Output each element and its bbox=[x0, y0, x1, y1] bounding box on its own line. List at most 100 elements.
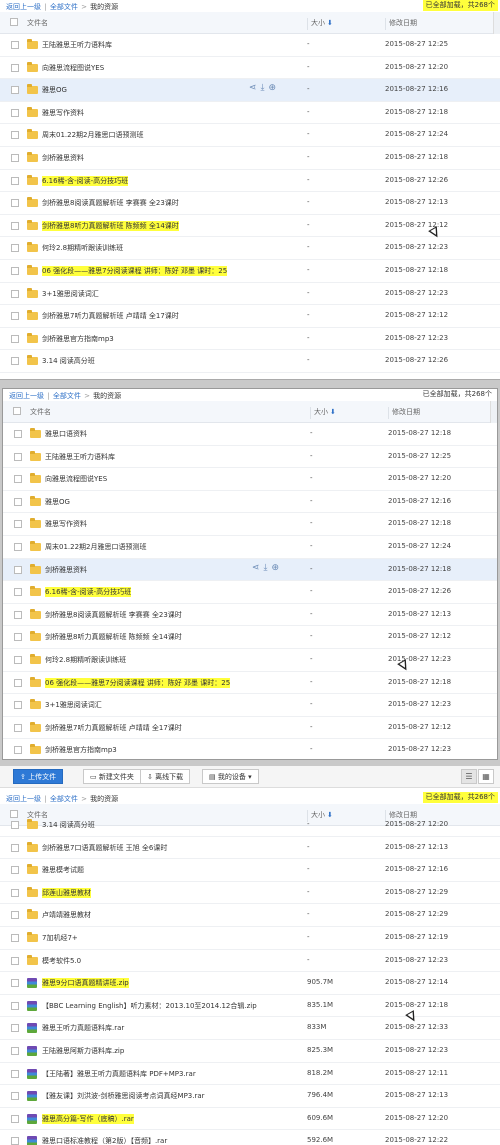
file-name-link[interactable]: 雅思口语资料 bbox=[45, 429, 87, 439]
row-checkbox[interactable] bbox=[11, 108, 19, 117]
scrollbar-cap[interactable] bbox=[493, 12, 500, 34]
file-name-link[interactable]: 雅思写作资料 bbox=[42, 108, 84, 118]
file-name-link[interactable]: 王陆雅思阿斯力语料库.zip bbox=[42, 1046, 124, 1056]
file-name-link[interactable]: 何玲2.8期精听跟读训练班 bbox=[42, 243, 123, 253]
table-row[interactable]: 周末01.22期2月雅思口语预测班 - 2015-08-27 12:24 bbox=[3, 536, 497, 559]
row-checkbox[interactable] bbox=[11, 176, 19, 185]
file-name-link[interactable]: 6.16稀-含-阅读-高分技巧班 bbox=[42, 175, 129, 186]
row-checkbox[interactable] bbox=[14, 678, 22, 687]
file-name-link[interactable]: 剑桥雅思官方指南mp3 bbox=[45, 745, 117, 755]
row-checkbox[interactable] bbox=[14, 452, 22, 461]
file-name-link[interactable]: 【王陆著】雅思王听力真题语料库 PDF+MP3.rar bbox=[42, 1069, 196, 1079]
all-files-link[interactable]: 全部文件 bbox=[50, 3, 78, 11]
row-checkbox[interactable] bbox=[11, 888, 19, 897]
row-checkbox[interactable] bbox=[14, 430, 22, 438]
file-name-link[interactable]: 雅思写作资料 bbox=[45, 519, 87, 529]
row-checkbox[interactable] bbox=[11, 357, 19, 366]
file-name-link[interactable]: 周末01.22期2月雅思口语预测班 bbox=[45, 542, 147, 552]
row-checkbox[interactable] bbox=[14, 588, 22, 597]
table-row[interactable]: 3.14 阅读高分班 - 2015-08-27 12:26 bbox=[0, 350, 500, 373]
file-name-link[interactable]: 【BBC Learning English】听力素材：2013.10至2014.… bbox=[42, 1001, 257, 1011]
row-checkbox[interactable] bbox=[11, 41, 19, 49]
table-row[interactable]: 雅思模考试题 - 2015-08-27 12:16 bbox=[0, 859, 500, 882]
row-checkbox[interactable] bbox=[11, 86, 19, 95]
table-row[interactable]: 剑桥雅思官方指南mp3 - 2015-08-27 12:23 bbox=[3, 739, 497, 759]
table-row[interactable]: 王陆雅思王听力语料库 - 2015-08-27 12:25 bbox=[3, 446, 497, 469]
row-checkbox[interactable] bbox=[11, 63, 19, 72]
table-row[interactable]: 剑桥雅思8阅读真题解析班 李赛赛 全23课时 - 2015-08-27 12:13 bbox=[0, 192, 500, 215]
grid-view-icon[interactable]: ▦ bbox=[478, 769, 494, 784]
table-row[interactable]: 向雅思流程图说YES - 2015-08-27 12:20 bbox=[3, 468, 497, 491]
row-checkbox[interactable] bbox=[14, 701, 22, 710]
row-checkbox[interactable] bbox=[14, 497, 22, 506]
row-checkbox[interactable] bbox=[11, 843, 19, 852]
file-name-link[interactable]: 雅思高分篇-写作（底稿）.rar bbox=[42, 1113, 134, 1124]
row-checkbox[interactable] bbox=[14, 723, 22, 732]
file-name-link[interactable]: 剑桥雅思7听力真题解析班 卢靖靖 全17课时 bbox=[45, 723, 182, 733]
table-row[interactable]: 雅思写作资料 - 2015-08-27 12:18 bbox=[3, 513, 497, 536]
file-name-link[interactable]: 6.16稀-含-阅读-高分技巧班 bbox=[45, 587, 132, 598]
my-device-button[interactable]: ▤ 我的设备 ▾ bbox=[202, 769, 259, 784]
table-row[interactable]: 【王陆著】雅思王听力真题语料库 PDF+MP3.rar 818.2M 2015-08… bbox=[0, 1063, 500, 1086]
column-header-size[interactable]: 大小 ⬇ bbox=[310, 407, 336, 419]
column-header-name[interactable]: 文件名 bbox=[30, 407, 51, 417]
table-row[interactable]: 3+1雅思阅读词汇 - 2015-08-27 12:23 bbox=[0, 283, 500, 306]
column-header-size[interactable]: 大小 ⬇ bbox=[307, 18, 333, 30]
table-row[interactable]: 剑桥雅思8听力真题解析班 陈频频 全14课时 - 2015-08-27 12:12 bbox=[3, 626, 497, 649]
file-name-link[interactable]: 剑桥雅思8阅读真题解析班 李赛赛 全23课时 bbox=[45, 610, 182, 620]
file-name-link[interactable]: 3.14 阅读高分班 bbox=[42, 356, 95, 366]
file-name-link[interactable]: 雅思9分口语真题精讲班.zip bbox=[42, 978, 129, 989]
column-header-name[interactable]: 文件名 bbox=[27, 18, 48, 28]
table-row[interactable]: 剑桥雅思7口语真题解析班 王旭 全6课时 - 2015-08-27 12:13 bbox=[0, 837, 500, 860]
table-row[interactable]: 雅思9分口语真题精讲班.zip 905.7M 2015-08-27 12:14 bbox=[0, 972, 500, 995]
row-checkbox[interactable] bbox=[11, 334, 19, 343]
column-header-date[interactable]: 修改日期 bbox=[388, 407, 420, 419]
file-name-link[interactable]: 模考软件5.0 bbox=[42, 956, 81, 966]
table-row[interactable]: 剑桥雅思8阅读真题解析班 李赛赛 全23课时 - 2015-08-27 12:13 bbox=[3, 604, 497, 627]
file-name-link[interactable]: 剑桥雅思资料 bbox=[45, 565, 87, 575]
row-checkbox[interactable] bbox=[11, 199, 19, 208]
table-row[interactable]: 王陆雅思阿斯力语料库.zip 825.3M 2015-08-27 12:23 bbox=[0, 1040, 500, 1063]
file-name-link[interactable]: 卢靖靖雅思教材 bbox=[42, 910, 91, 920]
row-checkbox[interactable] bbox=[11, 221, 19, 230]
table-row[interactable]: 雅思OG - 2015-08-27 12:16 bbox=[3, 491, 497, 514]
table-row[interactable]: 06 强化段——雅思7分阅读课程 讲师：陈好 邓墨 课时：25 - 2015-08-… bbox=[0, 260, 500, 283]
list-view-icon[interactable]: ☰ bbox=[461, 769, 477, 784]
file-name-link[interactable]: 3.14 阅读高分班 bbox=[42, 820, 95, 830]
file-name-link[interactable]: 剑桥雅思官方指南mp3 bbox=[42, 334, 114, 344]
row-checkbox[interactable] bbox=[11, 821, 19, 829]
row-checkbox[interactable] bbox=[11, 1024, 19, 1033]
new-folder-button[interactable]: ▭ 新建文件夹 bbox=[83, 769, 141, 784]
file-name-link[interactable]: 剑桥雅思8听力真题解析班 陈频频 全14课时 bbox=[42, 220, 179, 231]
file-name-link[interactable]: 周末01.22期2月雅思口语预测班 bbox=[42, 130, 144, 140]
row-checkbox[interactable] bbox=[11, 153, 19, 162]
table-row[interactable]: 剑桥雅思7听力真题解析班 卢靖靖 全17课时 - 2015-08-27 12:12 bbox=[0, 305, 500, 328]
table-row[interactable]: 模考软件5.0 - 2015-08-27 12:23 bbox=[0, 950, 500, 973]
table-row[interactable]: 邱莲山雅思教材 - 2015-08-27 12:29 bbox=[0, 882, 500, 905]
row-checkbox[interactable] bbox=[11, 1114, 19, 1123]
select-all-checkbox[interactable] bbox=[13, 407, 21, 415]
table-row[interactable]: 周末01.22期2月雅思口语预测班 - 2015-08-27 12:24 bbox=[0, 124, 500, 147]
table-row[interactable]: 向雅思流程图说YES - 2015-08-27 12:20 bbox=[0, 57, 500, 80]
file-name-link[interactable]: 雅思模考试题 bbox=[42, 865, 84, 875]
column-header-date[interactable]: 修改日期 bbox=[385, 18, 417, 30]
file-name-link[interactable]: 【雅友课】刘洪波-剑桥雅思阅读考点词真经MP3.rar bbox=[42, 1091, 205, 1101]
table-row[interactable]: 何玲2.8期精听跟读训练班 - 2015-08-27 12:23 bbox=[3, 649, 497, 672]
table-row[interactable]: 3.14 阅读高分班 - 2015-08-27 12:20 bbox=[0, 814, 500, 837]
file-name-link[interactable]: 雅思OG bbox=[42, 85, 67, 95]
row-checkbox[interactable] bbox=[14, 610, 22, 619]
table-row[interactable]: 何玲2.8期精听跟读训练班 - 2015-08-27 12:23 bbox=[0, 237, 500, 260]
row-checkbox[interactable] bbox=[11, 1092, 19, 1101]
row-checkbox[interactable] bbox=[11, 1001, 19, 1010]
download-icon[interactable]: ⤓ bbox=[261, 83, 269, 93]
table-row[interactable]: 雅思口语资料 - 2015-08-27 12:18 bbox=[3, 423, 497, 446]
back-link[interactable]: 返回上一级 bbox=[9, 392, 44, 400]
file-name-link[interactable]: 剑桥雅思7听力真题解析班 卢靖靖 全17课时 bbox=[42, 311, 179, 321]
row-checkbox[interactable] bbox=[11, 1137, 19, 1145]
table-row[interactable]: 06 强化段——雅思7分阅读课程 讲师：陈好 邓墨 课时：25 - 2015-08-… bbox=[3, 672, 497, 695]
row-checkbox[interactable] bbox=[11, 312, 19, 321]
table-row[interactable]: 剑桥雅思资料 - 2015-08-27 12:18 bbox=[0, 147, 500, 170]
table-row[interactable]: 雅思OG ⋖⤓⊕ - 2015-08-27 12:16 bbox=[0, 79, 500, 102]
offline-download-button[interactable]: ⇩ 离线下载 bbox=[140, 769, 191, 784]
back-link[interactable]: 返回上一级 bbox=[6, 795, 41, 803]
